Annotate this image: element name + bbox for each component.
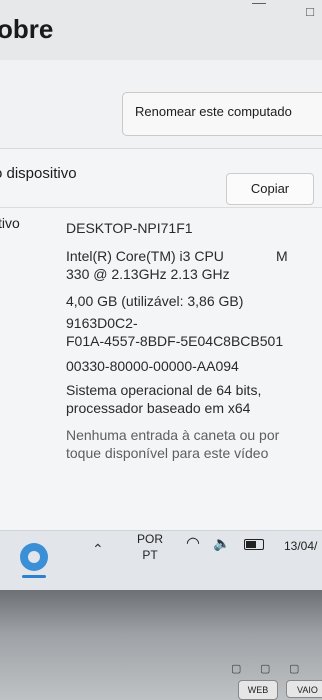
led-indicator-icon: ▢: [260, 663, 271, 675]
volume-icon[interactable]: 🔈: [213, 535, 230, 552]
rename-pc-button[interactable]: Renomear este computado: [122, 92, 322, 136]
divider: [0, 207, 322, 208]
language-indicator[interactable]: POR PT: [133, 531, 167, 563]
web-key[interactable]: WEB: [238, 680, 278, 700]
device-id-value: 9163D0C2- F01A-4557-8BDF-5E04C8BCB501: [66, 314, 316, 350]
screen: obre — □ Renomear este computado o dispo…: [0, 0, 322, 590]
close-icon[interactable]: □: [306, 4, 314, 19]
battery-icon[interactable]: [244, 539, 264, 550]
wifi-icon[interactable]: ◠: [186, 533, 200, 553]
minimize-icon[interactable]: —: [252, 0, 266, 10]
taskbar: ⌃ POR PT ◠ 🔈 13/04/: [0, 530, 322, 590]
product-id-value: 00330-80000-00000-AA094: [66, 358, 239, 374]
processor-value: Intel(R) Core(TM) i3 CPU 330 @ 2.13GHz 2…: [66, 247, 316, 283]
led-indicator-icon: ▢: [289, 663, 300, 675]
keyboard-layout: PT: [142, 548, 158, 562]
pen-touch-value: Nenhuma entrada à caneta ou por toque di…: [66, 427, 280, 461]
active-app-indicator: [22, 575, 46, 578]
taskbar-date[interactable]: 13/04/: [284, 539, 317, 553]
ram-value: 4,00 GB (utilizável: 3,86 GB): [66, 293, 244, 309]
section-title: o dispositivo: [0, 165, 77, 182]
language-code: POR: [136, 532, 163, 546]
settings-content: Renomear este computado o dispositivo Co…: [0, 60, 322, 549]
system-type-value: Sistema operacional de 64 bits, processa…: [66, 382, 262, 416]
row-label: tivo: [0, 215, 20, 231]
chevron-up-icon[interactable]: ⌃: [92, 541, 104, 558]
title-bar: obre — □: [0, 0, 322, 60]
processor-line-2: 330 @ 2.13GHz 2.13 GHz: [66, 266, 230, 282]
device-name-value: DESKTOP-NPI71F1: [66, 220, 193, 236]
laptop-bezel: ▢ ▢ ▢ WEB VAIO: [0, 590, 322, 700]
copy-button[interactable]: Copiar: [226, 173, 314, 205]
page-title: obre: [0, 14, 54, 44]
vaio-key[interactable]: VAIO: [286, 680, 322, 698]
device-specifications-card: o dispositivo Copiar tivo DESKTOP-NPI71F…: [0, 148, 322, 549]
device-id-line-1: 9163D0C2-: [66, 315, 138, 331]
gear-icon[interactable]: [20, 543, 48, 571]
led-indicator-icon: ▢: [231, 663, 242, 675]
device-id-line-2: F01A-4557-8BDF-5E04C8BCB501: [66, 333, 284, 349]
processor-suffix: M: [276, 248, 288, 264]
